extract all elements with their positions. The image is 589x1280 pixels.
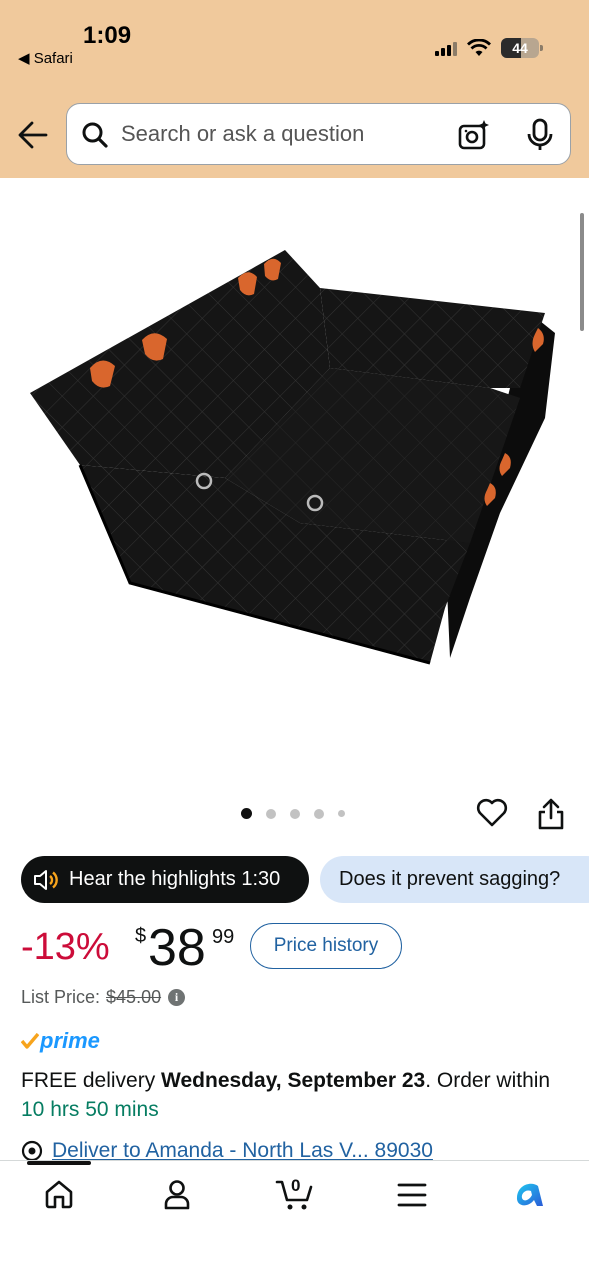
status-time: 1:09 <box>83 22 132 49</box>
question-chip[interactable]: Does it prevent sagging? <box>320 856 589 903</box>
search-bar[interactable] <box>66 103 571 165</box>
prime-badge: prime <box>21 1028 100 1054</box>
nav-active-indicator <box>27 1161 91 1165</box>
price-history-button[interactable]: Price history <box>250 923 402 969</box>
battery-icon: 44 <box>501 38 543 58</box>
search-icon <box>82 122 108 148</box>
pagination-dot[interactable] <box>314 808 324 819</box>
pagination-dot[interactable] <box>338 810 345 817</box>
prime-check-icon <box>21 1033 39 1049</box>
speaker-icon <box>34 869 58 890</box>
menu-icon[interactable] <box>397 1182 427 1208</box>
price-fraction: 99 <box>212 926 235 948</box>
order-countdown: 10 hrs 50 mins <box>21 1098 159 1121</box>
back-arrow-icon[interactable] <box>16 118 50 152</box>
discount-percent: -13% <box>21 926 110 968</box>
top-header: 1:09 ◀ Safari 44 <box>0 0 589 178</box>
home-icon[interactable] <box>43 1178 75 1210</box>
heart-icon[interactable] <box>476 798 508 828</box>
delivery-date: Wednesday, September 23 <box>161 1069 426 1092</box>
back-to-safari[interactable]: ◀ Safari <box>18 49 73 67</box>
account-icon[interactable] <box>161 1178 193 1210</box>
status-icons: 44 <box>435 38 543 58</box>
list-price: List Price: $45.00 i <box>21 987 186 1008</box>
car-seat-cover-image <box>30 250 555 665</box>
question-chip-label: Does it prevent sagging? <box>339 868 561 890</box>
list-price-label: List Price: <box>21 987 101 1007</box>
delivery-info: FREE delivery Wednesday, September 23. O… <box>21 1066 561 1124</box>
wifi-icon <box>467 39 491 56</box>
product-image[interactable] <box>0 178 589 798</box>
battery-level: 44 <box>512 40 528 56</box>
price-whole: 38 <box>148 919 206 977</box>
hear-highlights-label: Hear the highlights 1:30 <box>69 868 281 890</box>
image-pagination[interactable] <box>241 808 345 819</box>
delivery-prefix: FREE delivery <box>21 1069 162 1092</box>
share-icon[interactable] <box>537 797 565 831</box>
info-icon[interactable]: i <box>168 989 186 1006</box>
pagination-dot[interactable] <box>290 808 300 819</box>
pagination-dot[interactable] <box>241 808 252 819</box>
cart-count: 0 <box>291 1176 301 1195</box>
signal-icon <box>435 40 457 56</box>
delivery-middle: . Order within <box>425 1069 551 1092</box>
camera-search-icon[interactable] <box>457 118 491 152</box>
cart-button[interactable]: 0 <box>275 1176 315 1212</box>
location-pin-icon <box>21 1140 43 1162</box>
prime-label: prime <box>40 1028 100 1053</box>
pagination-dot[interactable] <box>266 808 276 819</box>
rufus-assistant-icon[interactable] <box>512 1180 546 1210</box>
hear-highlights-button[interactable]: Hear the highlights 1:30 <box>21 856 309 903</box>
microphone-icon[interactable] <box>525 118 555 152</box>
list-price-value: $45.00 <box>106 987 162 1007</box>
search-input[interactable] <box>121 121 421 147</box>
deliver-to-link[interactable]: Deliver to Amanda - North Las V... 89030 <box>21 1140 433 1162</box>
scroll-indicator <box>580 213 584 331</box>
price-currency: $ <box>135 925 147 947</box>
deliver-to-text: Deliver to Amanda - North Las V... 89030 <box>52 1140 433 1162</box>
